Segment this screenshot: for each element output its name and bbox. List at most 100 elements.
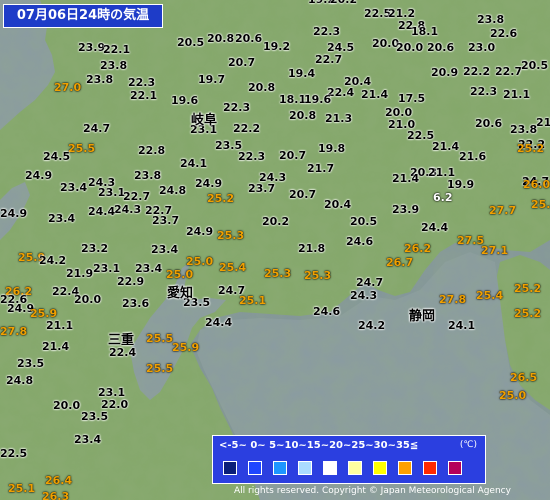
temperature-reading: 25.5	[68, 142, 96, 155]
temperature-reading: 24.4	[421, 221, 449, 234]
legend-swatch	[273, 461, 287, 475]
temperature-reading: 25.6	[531, 198, 550, 211]
temperature-reading: 20.2	[330, 0, 357, 6]
temperature-reading: 20.7	[228, 56, 256, 69]
temperature-reading: 22.3	[313, 25, 341, 38]
temperature-reading: 20.5	[177, 36, 205, 49]
temperature-reading: 20.5	[350, 215, 378, 228]
legend-swatch	[323, 461, 337, 475]
temperature-reading: 21.4	[361, 88, 389, 101]
temperature-reading: 22.4	[109, 346, 137, 359]
temperature-reading: 22.3	[238, 150, 266, 163]
temperature-reading: 20.6	[427, 41, 455, 54]
legend-swatch	[248, 461, 262, 475]
temperature-reading: 25.4	[476, 289, 504, 302]
temperature-reading: 17.5	[398, 92, 426, 105]
temperature-reading: 23.7	[152, 214, 180, 227]
temperature-reading: 18.1	[279, 93, 307, 106]
temperature-reading: 24.9	[0, 207, 28, 220]
legend-swatch	[373, 461, 387, 475]
temperature-reading: 25.2	[514, 282, 542, 295]
temperature-reading: 25.4	[219, 261, 247, 274]
temperature-reading: 24.1	[448, 319, 476, 332]
temperature-reading: 25.3	[217, 229, 245, 242]
temperature-reading: 21.6	[459, 150, 487, 163]
temperature-reading: 24.9	[186, 225, 214, 238]
temperature-reading: 25.0	[499, 389, 527, 402]
temperature-reading: 24.6	[313, 305, 341, 318]
temperature-reading: 19.7	[198, 73, 226, 86]
temperature-reading: 23.8	[100, 59, 128, 72]
temperature-reading: 24.9	[25, 169, 53, 182]
temperature-reading: 24.8	[159, 184, 187, 197]
temperature-reading: 20.0	[396, 41, 424, 54]
temperature-reading: 21.9	[66, 267, 94, 280]
temperature-reading: 25.2	[517, 142, 545, 155]
temperature-reading: 23.5	[81, 410, 109, 423]
temperature-reading: 18.1	[411, 25, 439, 38]
temperature-reading: 25.5	[146, 362, 174, 375]
temperature-reading: 23.1	[93, 262, 121, 275]
temperature-reading: 26.2	[404, 242, 432, 255]
temperature-reading: 26.3	[42, 490, 70, 500]
temperature-reading: 21.4	[432, 140, 460, 153]
temperature-reading: 25.0	[186, 255, 214, 268]
temperature-reading: 24.2	[39, 254, 67, 267]
temperature-reading: 20.5	[521, 59, 549, 72]
temperature-reading: 21.1	[503, 88, 531, 101]
legend-swatch	[298, 461, 312, 475]
temperature-reading: 20.7	[289, 188, 317, 201]
temperature-reading: 27.8	[439, 293, 467, 306]
temperature-reading: 22.1	[130, 89, 158, 102]
temperature-reading: 22.2	[463, 65, 491, 78]
temperature-reading: 25.1	[239, 294, 267, 307]
temperature-reading: 22.6	[490, 27, 518, 40]
temperature-reading: 24.4	[205, 316, 233, 329]
temperature-reading: 24.6	[346, 235, 374, 248]
temperature-reading: 23.8	[510, 123, 538, 136]
legend-swatch	[223, 461, 237, 475]
temperature-reading: 22.5	[407, 129, 435, 142]
temperature-reading: 22.3	[128, 76, 156, 89]
legend-swatch	[448, 461, 462, 475]
temperature-reading: 25.2	[207, 192, 235, 205]
temperature-reading: 22.3	[223, 101, 251, 114]
temperature-reading: 22.7	[315, 53, 343, 66]
temperature-reading: 22.9	[117, 275, 145, 288]
copyright-text: All rights reserved. Copyright © Japan M…	[234, 486, 511, 496]
temperature-reading: 23.8	[134, 169, 162, 182]
temperature-reading: 25.9	[172, 341, 200, 354]
temperature-reading: 19.9	[447, 178, 475, 191]
temperature-reading: 23.8	[86, 73, 114, 86]
temperature-reading: 22.5	[0, 447, 28, 460]
map-title: 07月06日24時の気温	[3, 4, 163, 28]
temperature-reading: 23.7	[248, 182, 276, 195]
temperature-reading: 24.3	[114, 203, 142, 216]
legend-swatch	[348, 461, 362, 475]
temperature-reading: 22.7	[123, 190, 151, 203]
temperature-reading: 25.0	[166, 268, 194, 281]
temperature-reading: 21.8	[298, 242, 326, 255]
temperature-reading: 24.4	[88, 205, 116, 218]
temperature-reading: 27.8	[0, 325, 28, 338]
temperature-reading: 27.0	[54, 81, 82, 94]
temperature-reading: 23.8	[477, 13, 505, 26]
temperature-reading: 22.8	[138, 144, 166, 157]
temperature-reading: 22.3	[470, 85, 498, 98]
temperature-reading: 24.2	[358, 319, 386, 332]
temperature-reading: 20.6	[235, 32, 263, 45]
temperature-reading: 20.8	[289, 109, 317, 122]
temperature-reading: 26.5	[510, 371, 538, 384]
temperature-reading: 25.3	[264, 267, 292, 280]
temperature-reading: 23.1	[98, 186, 126, 199]
temperature-reading: 6.2	[433, 191, 453, 204]
city-label-aichi: 愛知	[167, 286, 194, 301]
temperature-reading: 21.3	[325, 112, 353, 125]
temperature-reading: 19.6	[304, 93, 332, 106]
temperature-reading: 19.6	[171, 94, 199, 107]
temperature-reading: 24.1	[180, 157, 208, 170]
temperature-reading: 23.6	[122, 297, 150, 310]
temperature-reading: 24.7	[356, 276, 384, 289]
temperature-reading: 24.5	[43, 150, 71, 163]
temperature-reading: 23.0	[468, 41, 496, 54]
